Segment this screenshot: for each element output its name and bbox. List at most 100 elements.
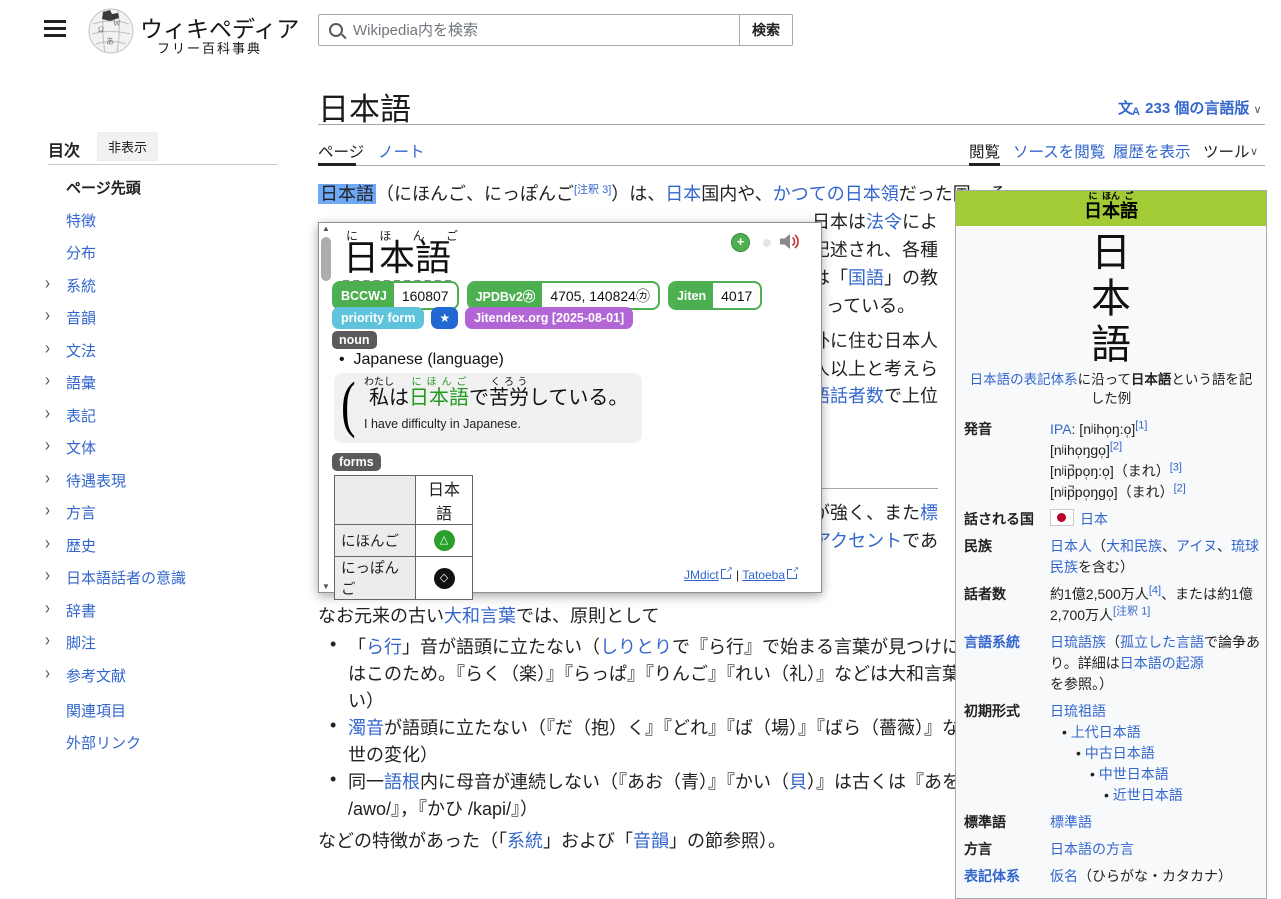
scroll-down-icon[interactable]: ▼	[319, 582, 333, 591]
list-bullet: •	[330, 715, 336, 736]
tab-history[interactable]: 履歴を表示	[1113, 140, 1191, 162]
chevron-right-icon[interactable]: ›	[45, 273, 50, 293]
rare-form-icon: ◇	[434, 568, 455, 589]
list-item-line: い）	[348, 688, 384, 715]
toc-item-buntai[interactable]: 文体	[66, 437, 96, 458]
toc-item-hogen[interactable]: 方言	[66, 502, 96, 523]
toc-item-ishiki[interactable]: 日本語話者の意識	[66, 567, 186, 588]
toc-divider	[48, 164, 278, 165]
chevron-right-icon[interactable]: ›	[45, 533, 50, 553]
search-icon	[329, 23, 343, 37]
add-note-icon[interactable]: +	[731, 233, 750, 252]
chevron-right-icon[interactable]: ›	[45, 370, 50, 390]
infobox-row-country: 話される国 日本	[956, 506, 1266, 533]
tab-talk[interactable]: ノート	[378, 140, 425, 162]
scroll-up-icon[interactable]: ▲	[319, 224, 333, 233]
chevron-right-icon[interactable]: ›	[45, 338, 50, 358]
chevron-right-icon[interactable]: ›	[45, 663, 50, 683]
article-line: 人以上と考えら	[812, 356, 938, 383]
tatoeba-link[interactable]: Tatoeba	[742, 568, 785, 582]
search-input[interactable]	[351, 21, 739, 40]
infobox-row-ethnicity: 民族 日本人（大和民族、アイヌ、琉球民族を含む）	[956, 533, 1266, 581]
table-row: にっぽんご ◇	[335, 557, 473, 600]
svg-text:あ: あ	[106, 37, 114, 46]
toc-item-kyakuchu[interactable]: 脚注	[66, 632, 96, 653]
speaker-icon[interactable]	[779, 232, 801, 256]
infobox-row-dialects: 方言 日本語の方言	[956, 836, 1266, 863]
svg-text:W: W	[113, 19, 121, 28]
dictionary-popup: に ほ ん ご 日本語 + ▲ ▼ BCCWJ 160807 JPDBv2㋕ 4…	[318, 222, 822, 593]
language-selector[interactable]: 文A 233 個の言語版 ∨	[1118, 97, 1262, 118]
jmdict-link[interactable]: JMdict	[684, 568, 719, 582]
list-item-line: /awo/』，『かひ /kapi/』）	[348, 796, 538, 823]
infobox-caption: 日本語の表記体系に沿って日本語という語を記した例	[956, 368, 1266, 416]
early-form-item: • 中世日本語	[1050, 764, 1264, 785]
chevron-right-icon[interactable]: ›	[45, 565, 50, 585]
toc-item-sanko[interactable]: 参考文献	[66, 665, 126, 686]
infobox-title: 日に本ほん語ご	[956, 191, 1266, 226]
chevron-right-icon[interactable]: ›	[45, 305, 50, 325]
active-tab-underline	[318, 163, 356, 166]
duplicate-note-icon	[763, 239, 771, 247]
empty-header-cell	[335, 476, 416, 525]
toc-item-jisho[interactable]: 辞書	[66, 600, 96, 621]
ipa-line: IPA: [nʲiho̜ŋ:o̜][1]	[1050, 419, 1264, 440]
toc-item-taigu[interactable]: 待遇表現	[66, 470, 126, 491]
hamburger-icon	[44, 20, 66, 23]
example-bracket: (	[341, 370, 355, 441]
toc-title: 目次	[48, 137, 80, 161]
form-reading: にほんご	[335, 525, 416, 557]
site-tagline: フリー百科事典	[157, 38, 262, 57]
toc-hide-button[interactable]: 非表示	[97, 132, 158, 161]
toc-item-onin[interactable]: 音韻	[66, 307, 96, 328]
japan-flag-icon	[1050, 509, 1074, 526]
list-item-line: 世の変化）	[348, 742, 438, 769]
priority-form-tag: priority form	[332, 307, 424, 329]
list-item-line: 同一語根内に母音が連続しない（『あお（青）』『かい（貝）』は古くは『あを	[348, 769, 960, 796]
search-bar[interactable]: 検索	[318, 14, 793, 46]
forms-column-header: 日本語	[416, 476, 473, 525]
scrollbar-thumb[interactable]	[321, 237, 331, 281]
page-title: 日本語	[318, 84, 411, 129]
external-link-icon	[787, 569, 797, 579]
definition-text: • Japanese (language)	[339, 351, 504, 369]
wikipedia-logo[interactable]: Ω W あ	[86, 6, 136, 61]
tab-page[interactable]: ページ	[318, 140, 364, 162]
early-form-item: • 中古日本語	[1050, 743, 1264, 764]
part-of-speech-tag: noun	[332, 331, 377, 349]
main-menu-button[interactable]	[44, 20, 66, 38]
list-item-line: 濁音が語頭に立たない（『だ（抱）く』『どれ』『ば（場）』『ばら（薔薇）』などは後	[348, 715, 1014, 742]
search-button[interactable]: 検索	[739, 15, 792, 45]
toc-item-gaibu[interactable]: 外部リンク	[66, 732, 141, 753]
chevron-down-icon[interactable]: ∨	[1250, 145, 1258, 158]
tab-tools[interactable]: ツール	[1203, 140, 1250, 162]
chevron-down-icon: ∨	[1254, 104, 1262, 116]
toc-item-rekishi[interactable]: 歴史	[66, 535, 96, 556]
toc-item-bunpu[interactable]: 分布	[66, 242, 96, 263]
toc-item-hyoki[interactable]: 表記	[66, 405, 96, 426]
chevron-right-icon[interactable]: ›	[45, 500, 50, 520]
toc-item-top[interactable]: ページ先頭	[66, 177, 141, 198]
article-line: 語話者数で上位	[812, 383, 938, 410]
toc-item-kanren[interactable]: 関連項目	[66, 700, 126, 721]
chevron-right-icon[interactable]: ›	[45, 630, 50, 650]
list-bullet: •	[330, 769, 336, 790]
tab-view-source[interactable]: ソースを閲覧	[1013, 140, 1105, 162]
toc-item-keito[interactable]: 系統	[66, 275, 96, 296]
toc-item-bunpo[interactable]: 文法	[66, 340, 96, 361]
tab-read[interactable]: 閲覧	[969, 140, 1000, 162]
chevron-right-icon[interactable]: ›	[45, 468, 50, 488]
hamburger-icon	[44, 27, 66, 30]
dictionary-source-tag: Jitendex.org [2025-08-01]	[465, 307, 633, 329]
infobox-row-speakers: 話者数 約1億2,500万人[4]、または約1億2,700万人[注釈 1]	[956, 581, 1266, 629]
chevron-right-icon[interactable]: ›	[45, 435, 50, 455]
form-reading: にっぽんご	[335, 557, 416, 600]
toc-item-goi[interactable]: 語彙	[66, 372, 96, 393]
toc-item-tokucho[interactable]: 特徴	[66, 210, 96, 231]
language-count[interactable]: 233 個の言語版	[1145, 100, 1249, 117]
ipa-line: [nʲip̚po̜ŋ:o̜]（まれ）[3]	[1050, 461, 1264, 482]
article-line: アクセントであ	[813, 528, 938, 555]
chevron-right-icon[interactable]: ›	[45, 403, 50, 423]
form-cell: △	[416, 525, 473, 557]
chevron-right-icon[interactable]: ›	[45, 598, 50, 618]
